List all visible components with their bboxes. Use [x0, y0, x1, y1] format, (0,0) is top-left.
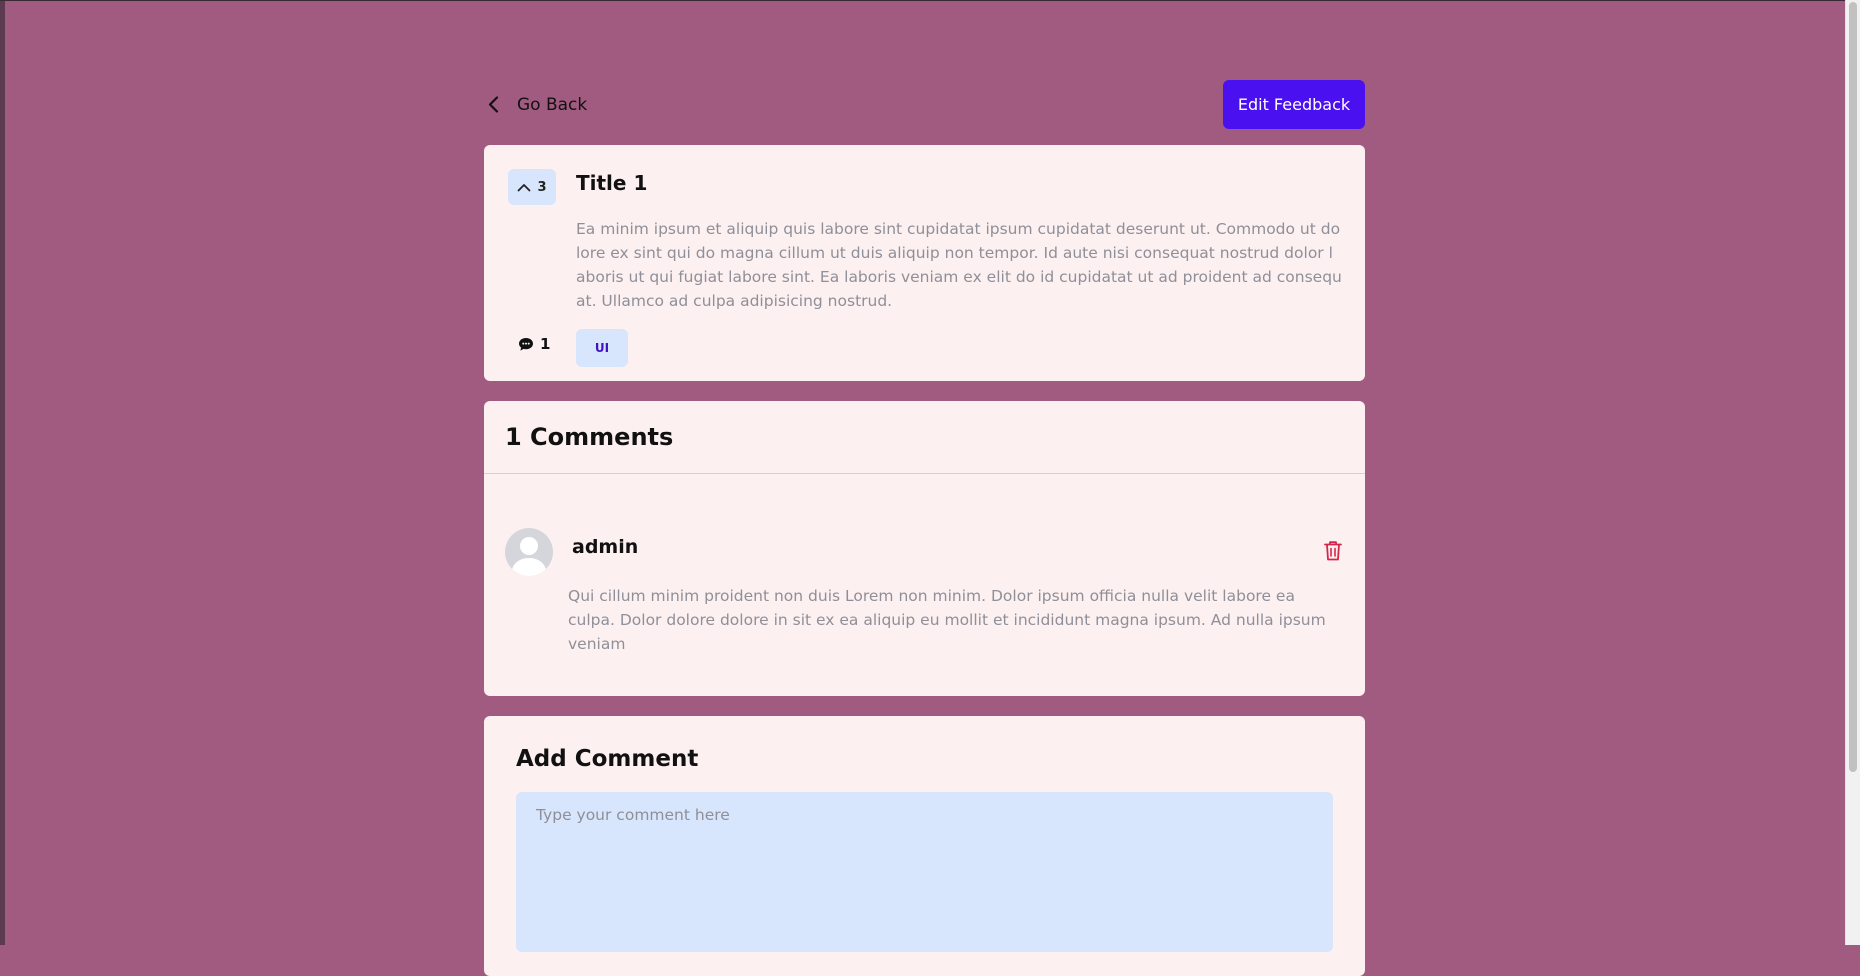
- comments-heading: 1 Comments: [484, 401, 1365, 474]
- go-back-label: Go Back: [517, 94, 588, 115]
- trash-icon: [1324, 540, 1342, 560]
- window-top-edge: [0, 0, 1845, 1]
- upvote-button[interactable]: 3: [508, 169, 556, 205]
- comment-count: 1: [518, 335, 550, 353]
- chevron-left-icon: [488, 96, 499, 113]
- chevron-up-icon: [518, 183, 531, 191]
- category-tag[interactable]: UI: [576, 329, 628, 367]
- feedback-title: Title 1: [576, 171, 648, 195]
- edit-feedback-button[interactable]: Edit Feedback: [1223, 80, 1365, 129]
- user-placeholder-icon: [511, 537, 547, 576]
- comment-author: admin: [572, 536, 639, 558]
- comments-card: 1 Comments admin Qui cillum minim proide…: [484, 401, 1365, 696]
- avatar: [505, 528, 553, 576]
- add-comment-heading: Add Comment: [516, 746, 699, 772]
- upvote-count: 3: [537, 179, 547, 195]
- feedback-description: Ea minim ipsum et aliquip quis labore si…: [576, 220, 1342, 310]
- window-left-edge: [0, 0, 5, 945]
- comment-count-value: 1: [540, 335, 551, 353]
- feedback-detail-page: Go Back Edit Feedback 3 Title 1 Ea minim…: [484, 80, 1365, 976]
- comment-input[interactable]: [516, 792, 1333, 952]
- add-comment-card: Add Comment: [484, 716, 1365, 976]
- comment-bubble-icon: [519, 337, 533, 351]
- comment-text: Qui cillum minim proident non duis Lorem…: [568, 587, 1326, 653]
- scrollbar-thumb[interactable]: [1849, 2, 1857, 772]
- vertical-scrollbar[interactable]: [1845, 0, 1860, 945]
- feedback-card: 3 Title 1 Ea minim ipsum et aliquip quis…: [484, 145, 1365, 381]
- go-back-link[interactable]: Go Back: [484, 90, 587, 120]
- comment-item: admin Qui cillum minim proident non duis…: [484, 474, 1365, 696]
- delete-comment-button[interactable]: [1322, 538, 1344, 562]
- top-bar: Go Back Edit Feedback: [484, 80, 1365, 129]
